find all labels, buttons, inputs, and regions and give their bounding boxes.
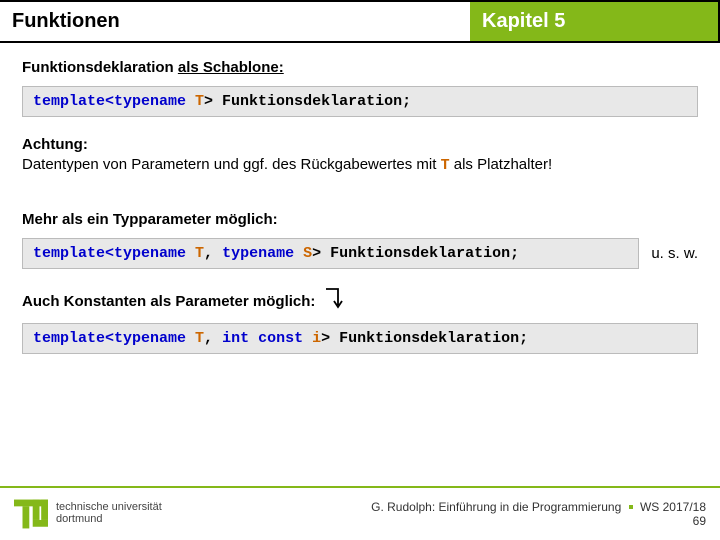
code2-tp1: T (186, 245, 204, 262)
code2-comma1: , (204, 245, 222, 262)
note1-label: Achtung: (22, 136, 88, 153)
tu-logo-icon (14, 499, 48, 529)
slide-footer: technische universität dortmund G. Rudol… (0, 486, 720, 540)
code2-kw2: typename (222, 245, 294, 262)
code2-rest: > Funktionsdeklaration; (312, 245, 519, 262)
note1-text-a: Datentypen von Parametern und ggf. des R… (22, 156, 441, 173)
code3-comma1: , (204, 330, 222, 347)
university-name: technische universität dortmund (56, 502, 162, 525)
code2-kw1: template<typename (33, 245, 186, 262)
code-box-3: template<typename T, int const i> Funkti… (22, 323, 698, 354)
code3-kw2: int const (222, 330, 303, 347)
section1-underlined: als Schablone: (178, 59, 284, 76)
note1-text-b: als Platzhalter! (450, 156, 553, 173)
section3-text: Auch Konstanten als Parameter möglich: (22, 292, 315, 309)
uni-line1: technische universität (56, 501, 162, 513)
page-number: 69 (371, 514, 706, 528)
section-title-1: Funktionsdeklaration als Schablone: (22, 59, 698, 76)
usw-label: u. s. w. (651, 245, 698, 262)
code3-kw1: template<typename (33, 330, 186, 347)
code3-tp1: T (186, 330, 204, 347)
footer-right: G. Rudolph: Einführung in die Programmie… (371, 500, 706, 528)
header-chapter: Kapitel 5 (470, 0, 720, 43)
section-title-2: Mehr als ein Typparameter möglich: (22, 211, 698, 228)
code-box-1: template<typename T> Funktionsdeklaratio… (22, 86, 698, 117)
uni-line2: dortmund (56, 513, 102, 525)
code-row-2: template<typename T, typename S> Funktio… (22, 238, 698, 269)
code1-typeparam: T (186, 93, 204, 110)
code1-keyword: template<typename (33, 93, 186, 110)
code1-rest: > Funktionsdeklaration; (204, 93, 411, 110)
footer-credit: G. Rudolph: Einführung in die Programmie… (371, 500, 621, 514)
footer-term: WS 2017/18 (640, 500, 706, 514)
code3-tp2: i (303, 330, 321, 347)
university-logo: technische universität dortmund (14, 499, 162, 529)
section1-prefix: Funktionsdeklaration (22, 59, 178, 76)
header-topic: Funktionen (0, 0, 470, 43)
note1-typeparam: T (441, 157, 450, 174)
section-title-3: Auch Konstanten als Parameter möglich: (22, 287, 698, 317)
slide-content: Funktionsdeklaration als Schablone: temp… (0, 43, 720, 354)
code3-rest: > Funktionsdeklaration; (321, 330, 528, 347)
slide-header: Funktionen Kapitel 5 (0, 0, 720, 43)
note-achtung: Achtung: Datentypen von Parametern und g… (22, 135, 698, 177)
code2-tp2: S (294, 245, 312, 262)
code-box-2: template<typename T, typename S> Funktio… (22, 238, 639, 269)
separator-dot-icon (629, 505, 633, 509)
arrow-down-icon (324, 287, 344, 317)
